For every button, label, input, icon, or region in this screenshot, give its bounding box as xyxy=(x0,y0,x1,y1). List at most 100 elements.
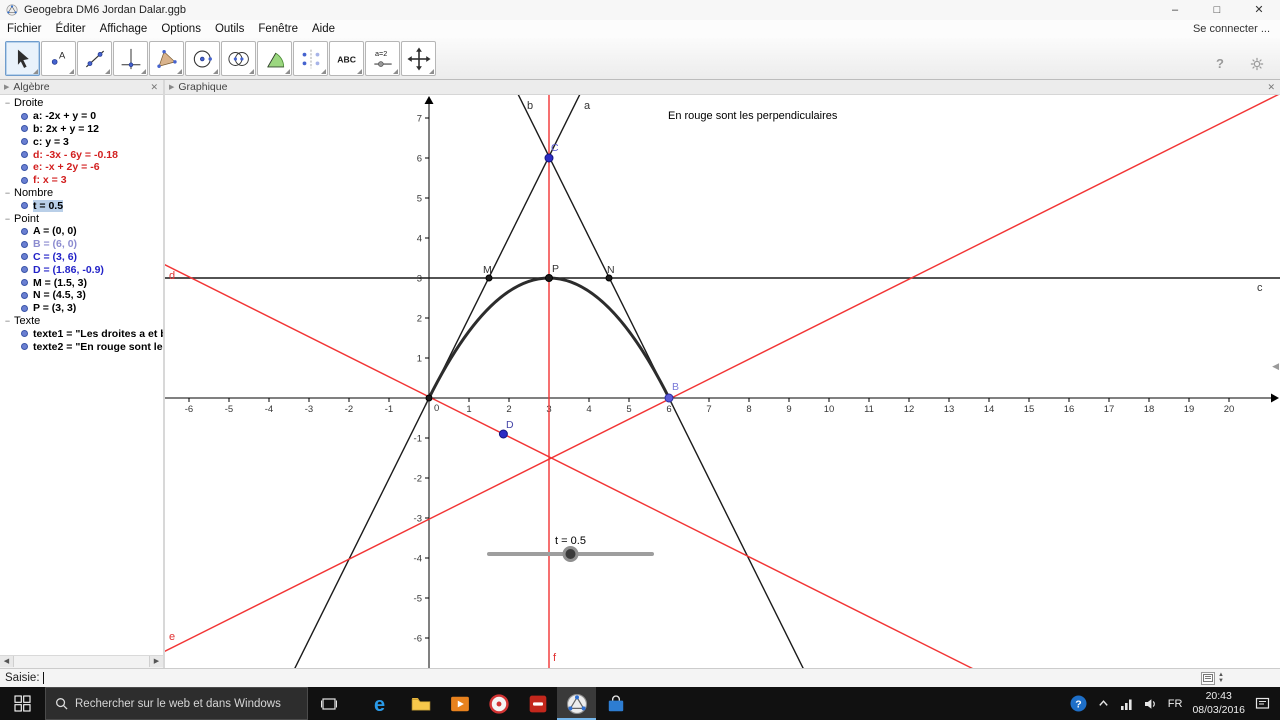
settings-gear-icon[interactable] xyxy=(1250,57,1264,71)
graphics-close-icon[interactable]: ✕ xyxy=(1267,82,1275,93)
algebra-item[interactable]: a: -2x + y = 0 xyxy=(0,110,163,123)
algebra-item[interactable]: N = (4.5, 3) xyxy=(0,289,163,302)
clock[interactable]: 20:43 08/03/2016 xyxy=(1192,690,1245,716)
visibility-marble-icon[interactable] xyxy=(21,291,28,299)
menu-item[interactable]: Outils xyxy=(208,23,251,35)
tool-slider[interactable]: a=2 xyxy=(365,41,400,76)
language-indicator[interactable]: FR xyxy=(1168,698,1183,710)
tool-move-view[interactable] xyxy=(401,41,436,76)
spinner-down-icon[interactable]: ▼ xyxy=(1218,678,1224,684)
taskbar-app-explorer[interactable] xyxy=(401,687,440,720)
visibility-marble-icon[interactable] xyxy=(21,304,28,312)
menu-item[interactable]: Options xyxy=(154,23,208,35)
taskbar-app-video[interactable] xyxy=(440,687,479,720)
network-icon[interactable] xyxy=(1120,697,1134,711)
maximize-button[interactable]: □ xyxy=(1196,0,1238,20)
visibility-marble-icon[interactable] xyxy=(21,138,28,146)
tool-text[interactable]: ABC xyxy=(329,41,364,76)
tool-line[interactable] xyxy=(77,41,112,76)
visibility-marble-icon[interactable] xyxy=(21,125,28,133)
action-center-icon[interactable] xyxy=(1255,696,1270,711)
taskbar-app-media[interactable] xyxy=(479,687,518,720)
algebra-item[interactable]: M = (1.5, 3) xyxy=(0,276,163,289)
algebra-item[interactable]: f: x = 3 xyxy=(0,174,163,187)
tool-transform[interactable] xyxy=(293,41,328,76)
taskbar-app-red-app[interactable] xyxy=(518,687,557,720)
chevron-up-icon[interactable] xyxy=(1097,697,1110,710)
tool-point[interactable]: A xyxy=(41,41,76,76)
visibility-marble-icon[interactable] xyxy=(21,330,28,338)
menu-item[interactable]: Aide xyxy=(305,23,342,35)
algebra-scrollbar[interactable]: ◀ ▶ xyxy=(0,655,163,668)
visibility-marble-icon[interactable] xyxy=(21,266,28,274)
scroll-right-icon[interactable]: ▶ xyxy=(149,656,163,667)
menu-item[interactable]: Éditer xyxy=(49,23,93,35)
visibility-marble-icon[interactable] xyxy=(21,202,28,210)
graph-canvas[interactable]: -6-5-4-3-2-11234567891011121314151617181… xyxy=(165,95,1280,668)
algebra-item[interactable]: C = (3, 6) xyxy=(0,251,163,264)
point-A[interactable] xyxy=(425,394,433,402)
algebra-group[interactable]: − Nombre xyxy=(0,187,163,200)
algebra-item[interactable]: D = (1.86, -0.9) xyxy=(0,263,163,276)
help-icon[interactable]: ? xyxy=(1216,56,1224,71)
algebra-item[interactable]: texte1 = "Les droites a et b xyxy=(0,327,163,340)
tool-circle[interactable] xyxy=(185,41,220,76)
algebra-group[interactable]: − Texte xyxy=(0,315,163,328)
visibility-marble-icon[interactable] xyxy=(21,163,28,171)
task-view-button[interactable] xyxy=(308,687,350,720)
algebra-item[interactable]: texte2 = "En rouge sont les xyxy=(0,340,163,353)
sidebar-collapse-icon[interactable]: ◀ xyxy=(1272,361,1279,372)
visibility-marble-icon[interactable] xyxy=(21,227,28,235)
algebra-item[interactable]: e: -x + 2y = -6 xyxy=(0,161,163,174)
command-input[interactable] xyxy=(43,669,1202,687)
point-D[interactable] xyxy=(498,429,508,439)
algebra-group[interactable]: − Point xyxy=(0,212,163,225)
visibility-marble-icon[interactable] xyxy=(21,176,28,184)
taskbar-search[interactable]: Rechercher sur le web et dans Windows xyxy=(45,687,308,720)
graph-line-d[interactable] xyxy=(165,261,1280,668)
graph-text-annotation[interactable]: En rouge sont les perpendiculaires xyxy=(668,110,838,122)
tool-polygon[interactable] xyxy=(149,41,184,76)
taskbar-app-geogebra[interactable] xyxy=(557,687,596,720)
menu-item[interactable]: Affichage xyxy=(93,23,155,35)
algebra-item[interactable]: d: -3x - 6y = -0.18 xyxy=(0,148,163,161)
algebra-item[interactable]: b: 2x + y = 12 xyxy=(0,123,163,136)
panel-arrow-icon[interactable]: ▶ xyxy=(4,83,9,91)
algebra-close-icon[interactable]: ✕ xyxy=(150,82,158,93)
volume-icon[interactable] xyxy=(1144,697,1158,711)
collapse-toggle-icon[interactable]: − xyxy=(3,316,12,326)
help-circle-icon[interactable]: ? xyxy=(1070,695,1087,712)
taskbar-app-store[interactable] xyxy=(596,687,635,720)
collapse-toggle-icon[interactable]: − xyxy=(3,98,12,108)
input-spinner[interactable]: ▲ ▼ xyxy=(1218,672,1224,684)
keyboard-button[interactable] xyxy=(1201,671,1216,685)
algebra-item[interactable]: t = 0.5 xyxy=(0,199,163,212)
tool-move[interactable] xyxy=(5,41,40,76)
graphics-panel[interactable]: -6-5-4-3-2-11234567891011121314151617181… xyxy=(165,95,1280,668)
close-button[interactable]: ✕ xyxy=(1238,0,1280,20)
minimize-button[interactable]: – xyxy=(1154,0,1196,20)
sign-in-link[interactable]: Se connecter ... xyxy=(1193,23,1280,35)
visibility-marble-icon[interactable] xyxy=(21,279,28,287)
tool-conic[interactable] xyxy=(221,41,256,76)
scroll-left-icon[interactable]: ◀ xyxy=(0,656,14,667)
start-button[interactable] xyxy=(0,687,45,720)
visibility-marble-icon[interactable] xyxy=(21,112,28,120)
menu-item[interactable]: Fichier xyxy=(0,23,49,35)
tool-perpendicular[interactable] xyxy=(113,41,148,76)
visibility-marble-icon[interactable] xyxy=(21,240,28,248)
point-B[interactable] xyxy=(664,393,674,403)
algebra-item[interactable]: P = (3, 3) xyxy=(0,302,163,315)
collapse-toggle-icon[interactable]: − xyxy=(3,214,12,224)
tool-angle[interactable] xyxy=(257,41,292,76)
point-P[interactable] xyxy=(545,274,553,282)
visibility-marble-icon[interactable] xyxy=(21,343,28,351)
panel-arrow-icon[interactable]: ▶ xyxy=(169,83,174,91)
graph-line-e[interactable] xyxy=(165,95,1280,655)
point-C[interactable] xyxy=(544,153,554,163)
menu-item[interactable]: Fenêtre xyxy=(251,23,305,35)
algebra-item[interactable]: c: y = 3 xyxy=(0,135,163,148)
collapse-toggle-icon[interactable]: − xyxy=(3,188,12,198)
visibility-marble-icon[interactable] xyxy=(21,151,28,159)
algebra-item[interactable]: A = (0, 0) xyxy=(0,225,163,238)
